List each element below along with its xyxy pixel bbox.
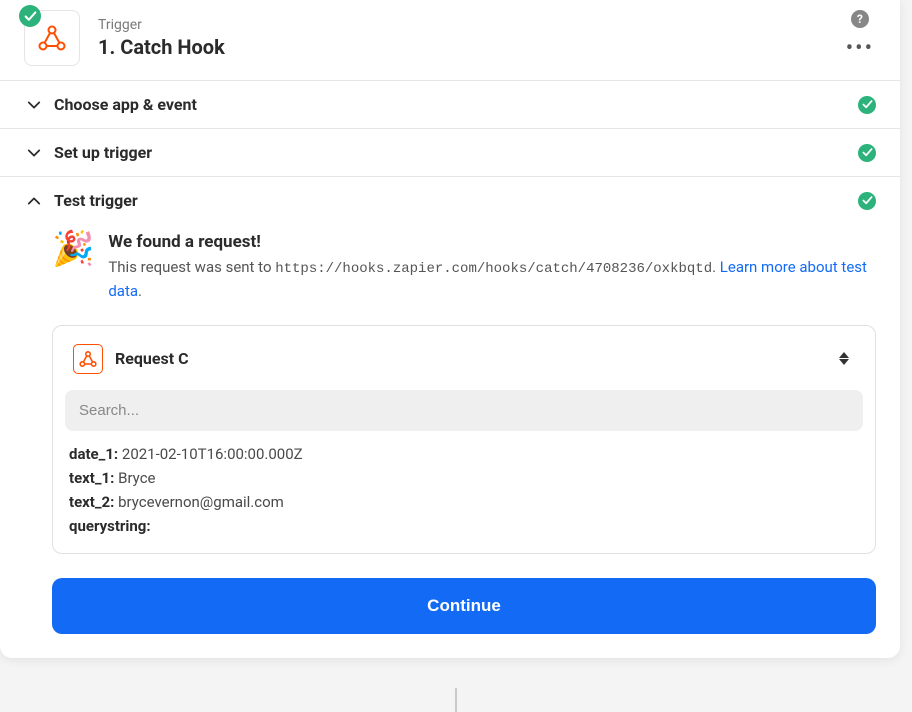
step-header: Trigger 1. Catch Hook ? ••• xyxy=(0,0,900,80)
field-key: querystring: xyxy=(69,517,151,535)
field-key: text_1: xyxy=(69,469,118,487)
section-test-trigger[interactable]: Test trigger xyxy=(0,176,900,224)
found-desc-prefix: This request was sent to xyxy=(108,258,275,276)
test-trigger-body: 🎉 We found a request! This request was s… xyxy=(0,224,900,658)
check-icon xyxy=(862,147,873,158)
field-value: Bryce xyxy=(118,469,155,487)
trigger-step-card: Trigger 1. Catch Hook ? ••• Choose app &… xyxy=(0,0,900,658)
section-complete-badge xyxy=(858,144,876,162)
field-key: date_1: xyxy=(69,445,122,463)
header-text: Trigger 1. Catch Hook xyxy=(98,17,876,59)
request-sample-box: Request C date_1: 2021-02-10T16:00:00.00… xyxy=(52,325,876,554)
found-desc-suffix: . xyxy=(712,258,720,276)
chevron-down-icon xyxy=(24,146,44,160)
field-row: date_1: 2021-02-10T16:00:00.000Z xyxy=(69,445,859,463)
field-value: brycevernon@gmail.com xyxy=(118,493,284,511)
check-icon xyxy=(862,195,873,206)
check-icon xyxy=(862,99,873,110)
field-key: text_2: xyxy=(69,493,118,511)
section-title-test: Test trigger xyxy=(54,191,858,210)
search-input[interactable] xyxy=(65,390,863,431)
webhooks-icon xyxy=(78,349,98,369)
more-menu-icon[interactable]: ••• xyxy=(846,46,874,52)
field-row: text_2: brycevernon@gmail.com xyxy=(69,493,859,511)
chevron-up-icon xyxy=(24,194,44,208)
check-icon xyxy=(24,10,37,23)
request-selector[interactable]: Request C xyxy=(65,338,863,380)
connector-line xyxy=(455,688,457,712)
section-choose-app[interactable]: Choose app & event xyxy=(0,80,900,128)
help-icon[interactable]: ? xyxy=(851,10,869,28)
step-type-label: Trigger xyxy=(98,17,876,33)
request-fields-list: date_1: 2021-02-10T16:00:00.000Z text_1: … xyxy=(65,445,863,535)
section-title-setup: Set up trigger xyxy=(54,143,858,162)
webhooks-icon xyxy=(36,22,68,54)
field-value: 2021-02-10T16:00:00.000Z xyxy=(122,445,303,463)
found-request-heading: We found a request! xyxy=(108,232,876,252)
chevron-down-icon xyxy=(24,98,44,112)
section-setup-trigger[interactable]: Set up trigger xyxy=(0,128,900,176)
section-complete-badge xyxy=(858,96,876,114)
found-request-description: This request was sent to https://hooks.z… xyxy=(108,256,876,303)
field-row: querystring: xyxy=(69,517,859,535)
found-desc-tail: . xyxy=(138,282,142,300)
step-title: 1. Catch Hook xyxy=(98,35,876,59)
section-title-choose: Choose app & event xyxy=(54,95,858,114)
selected-request-label: Request C xyxy=(115,349,839,368)
webhooks-icon-small xyxy=(73,344,103,374)
field-row: text_1: Bryce xyxy=(69,469,859,487)
webhook-url: https://hooks.zapier.com/hooks/catch/470… xyxy=(275,261,712,277)
continue-button[interactable]: Continue xyxy=(52,578,876,634)
status-check-badge xyxy=(19,5,41,27)
sort-icon xyxy=(839,352,849,365)
party-icon: 🎉 xyxy=(52,232,94,266)
section-complete-badge xyxy=(858,192,876,210)
app-icon-webhooks xyxy=(24,10,80,66)
